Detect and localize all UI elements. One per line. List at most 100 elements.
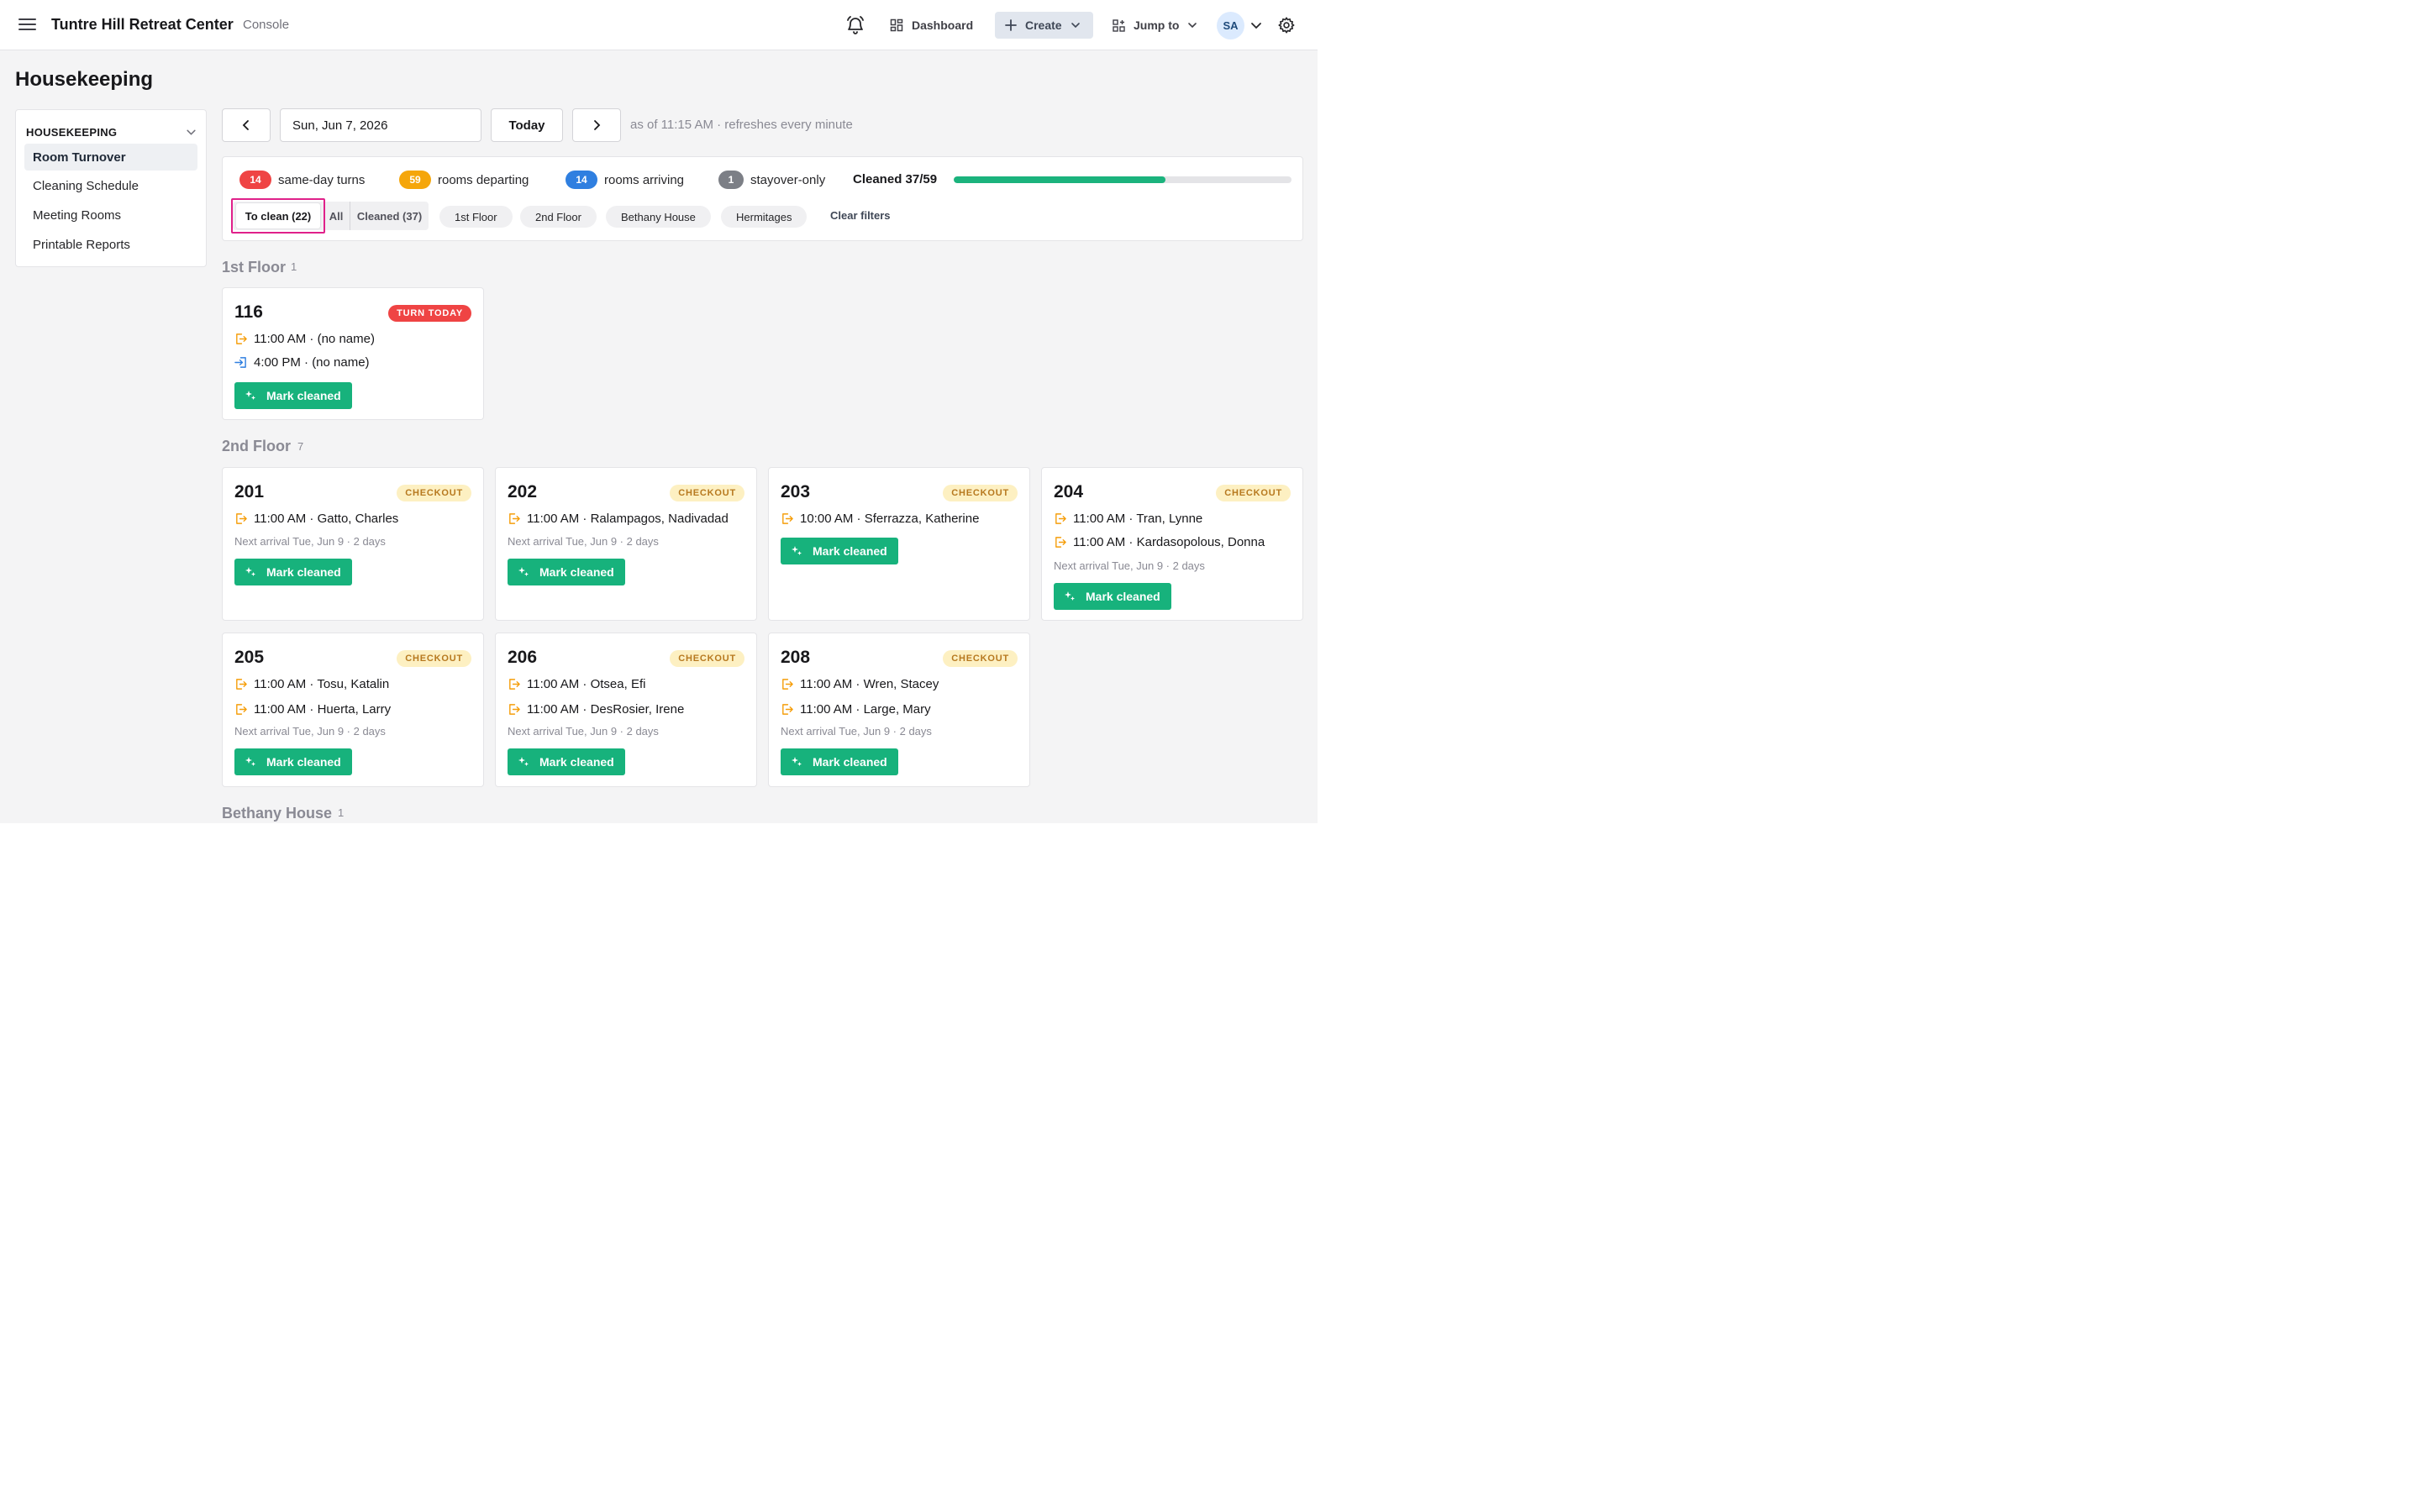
departure-line: 11:00 AM · Large, Mary [781,702,931,717]
summary-panel: 14 same-day turns 59 rooms departing 14 … [222,156,1303,241]
date-field[interactable]: Sun, Jun 7, 2026 [280,108,481,142]
stat-rooms-departing[interactable]: 59 rooms departing [399,171,529,189]
gear-icon[interactable] [1277,16,1296,34]
checkout-badge: CHECKOUT [943,485,1018,501]
group-title-2nd-floor: 2nd Floor [222,438,291,454]
next-day-button[interactable] [572,108,621,142]
chevron-left-icon [240,119,252,131]
stat-rooms-arriving[interactable]: 14 rooms arriving [566,171,684,189]
checkout-badge: CHECKOUT [943,650,1018,667]
create-label: Create [1025,18,1062,32]
departure-text: 11:00 AM · Huerta, Larry [254,702,392,717]
sidebar: HOUSEKEEPING Room Turnover Cleaning Sche… [15,109,207,267]
checkout-icon [234,333,247,345]
tab-cleaned[interactable]: Cleaned (37) [350,202,429,230]
mark-cleaned-button[interactable]: Mark cleaned [781,748,898,775]
user-avatar[interactable]: SA [1217,12,1244,39]
room-card-202: 202 CHECKOUT 11:00 AM · Ralampagos, Nadi… [495,467,757,621]
checkout-icon [1054,512,1066,525]
mark-cleaned-button[interactable]: Mark cleaned [508,559,625,585]
filter-chip-2nd-floor[interactable]: 2nd Floor [520,206,597,228]
top-bar: Tuntre Hill Retreat Center Console Dashb… [0,0,1318,50]
mark-cleaned-label: Mark cleaned [539,755,614,769]
refresh-status: as of 11:15 AM · refreshes every minute [630,118,853,132]
mark-cleaned-label: Mark cleaned [813,544,887,558]
checkout-icon [234,678,247,690]
checkout-badge: CHECKOUT [670,650,744,667]
mark-cleaned-label: Mark cleaned [266,565,341,579]
filter-chip-hermitages[interactable]: Hermitages [721,206,808,228]
mark-cleaned-button[interactable]: Mark cleaned [781,538,898,564]
apps-icon [1113,18,1125,32]
tab-all[interactable]: All [325,202,347,230]
brand-name[interactable]: Tuntre Hill Retreat Center [51,16,234,34]
mark-cleaned-button[interactable]: Mark cleaned [234,748,352,775]
count-badge: 14 [239,171,271,189]
filter-chip-1st-floor[interactable]: 1st Floor [439,206,513,228]
menu-icon[interactable] [18,17,36,32]
checkout-icon [234,703,247,716]
sidebar-item-printable-reports[interactable]: Printable Reports [24,231,197,258]
mark-cleaned-button[interactable]: Mark cleaned [508,748,625,775]
checkout-badge: CHECKOUT [670,485,744,501]
sidebar-item-cleaning-schedule[interactable]: Cleaning Schedule [24,172,197,199]
mark-cleaned-button[interactable]: Mark cleaned [234,382,352,409]
sparkle-icon [791,756,802,768]
checkout-icon [508,512,520,525]
mark-cleaned-label: Mark cleaned [539,565,614,579]
filter-chip-bethany-house[interactable]: Bethany House [606,206,711,228]
chevron-down-icon[interactable] [186,127,197,138]
sparkle-icon [245,566,256,578]
sidebar-item-meeting-rooms[interactable]: Meeting Rooms [24,202,197,228]
checkout-badge: CHECKOUT [397,485,471,501]
group-title-1st-floor: 1st Floor [222,259,287,276]
departure-text: 10:00 AM · Sferrazza, Katherine [800,512,980,526]
jump-to-button[interactable]: Jump to [1102,12,1207,39]
next-arrival-note: Next arrival Tue, Jun 9 · 2 days [781,725,932,738]
chevron-right-icon [591,119,602,131]
stat-same-day-turns[interactable]: 14 same-day turns [239,171,365,189]
departure-text: 11:00 AM · Kardasopolous, Donna [1073,535,1265,549]
mark-cleaned-label: Mark cleaned [813,755,887,769]
room-number: 204 [1054,482,1084,501]
group-count: 1 [338,806,345,819]
room-number: 202 [508,482,538,501]
clear-filters-link[interactable]: Clear filters [830,209,891,222]
departure-text: 11:00 AM · Otsea, Efi [527,677,646,691]
checkout-icon [781,512,793,525]
dashboard-button[interactable]: Dashboard [880,12,983,39]
sidebar-item-room-turnover[interactable]: Room Turnover [24,144,197,171]
room-card-205: 205 CHECKOUT 11:00 AM · Tosu, Katalin 11… [222,633,484,787]
stat-stayover-only[interactable]: 1 stayover-only [718,171,825,189]
room-card-204: 204 CHECKOUT 11:00 AM · Tran, Lynne 11:0… [1041,467,1303,621]
room-card-206: 206 CHECKOUT 11:00 AM · Otsea, Efi 11:00… [495,633,757,787]
departure-line: 11:00 AM · Kardasopolous, Donna [1054,535,1265,549]
room-number: 206 [508,648,538,667]
mark-cleaned-button[interactable]: Mark cleaned [234,559,352,585]
today-button[interactable]: Today [491,108,563,142]
room-number: 201 [234,482,265,501]
departure-text: 11:00 AM · Large, Mary [800,702,931,717]
departure-line: 11:00 AM · Tran, Lynne [1054,512,1202,526]
sparkle-icon [245,756,256,768]
departure-line: 11:00 AM · Tosu, Katalin [234,677,389,691]
checkout-icon [1054,536,1066,549]
checkout-icon [508,703,520,716]
next-arrival-note: Next arrival Tue, Jun 9 · 2 days [508,725,659,738]
sidebar-heading[interactable]: HOUSEKEEPING [26,126,117,139]
room-card-201: 201 CHECKOUT 11:00 AM · Gatto, Charles N… [222,467,484,621]
room-number: 205 [234,648,265,667]
previous-day-button[interactable] [222,108,271,142]
mark-cleaned-button[interactable]: Mark cleaned [1054,583,1171,610]
room-number: 116 [234,302,263,322]
chevron-down-icon[interactable] [1249,18,1263,32]
stat-label: stayover-only [750,172,826,187]
departure-text: 11:00 AM · DesRosier, Irene [527,702,685,717]
notification-bell-icon[interactable] [846,15,865,35]
dashboard-icon [890,18,903,32]
count-badge: 1 [718,171,744,189]
departure-line: 11:00 AM · Huerta, Larry [234,702,391,717]
tab-to-clean[interactable]: To clean (22) [236,203,320,228]
mark-cleaned-label: Mark cleaned [1086,590,1160,603]
create-button[interactable]: Create [995,12,1093,39]
